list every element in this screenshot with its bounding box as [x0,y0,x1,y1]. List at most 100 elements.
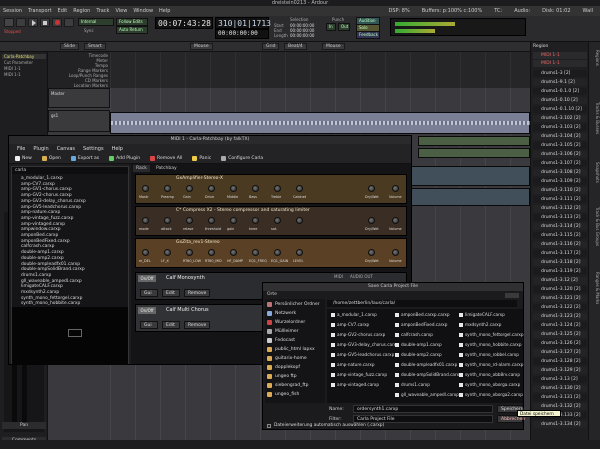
carla-toolbar-panic-button[interactable]: Panic [192,155,211,161]
carla-search-input[interactable]: carla [12,167,128,174]
region-item[interactable]: drums1-3.118 [2] [533,259,587,266]
parameter-knob[interactable] [230,185,237,192]
stop-button[interactable] [40,18,50,27]
parameter-knob[interactable] [392,217,399,224]
parameter-knob[interactable] [296,217,303,224]
edit-mode-select[interactable]: Slide [60,43,79,50]
region-item[interactable]: drums1-3.102 [2] [533,115,587,122]
region-item[interactable]: drums1-3.131 [2] [533,394,587,401]
place-item[interactable]: Müllleimer [267,328,299,335]
parameter-knob[interactable] [208,249,215,256]
filename-input[interactable]: ordersynth1.carxp [353,405,493,413]
parameter-knob[interactable] [296,249,303,256]
save-file-item[interactable]: limigateCALF.carxp [459,312,505,318]
place-item[interactable]: ungeo_fish [267,391,299,398]
carla-toolbar-new-button[interactable]: New [15,155,32,161]
place-item[interactable]: Persönlicher Ordner [267,301,320,308]
carla-file-item[interactable]: double-amp2.carxp [21,256,64,261]
save-file-item[interactable]: synth_mono_robbel.carxp [459,352,519,358]
tab-ranges-marks[interactable]: Ranges & Marks [590,272,600,304]
parameter-knob[interactable] [186,217,193,224]
play-button[interactable] [28,18,38,27]
loop-button[interactable] [4,18,14,27]
region-item-midi[interactable]: MIDI 1-1 [533,60,587,67]
menu-window[interactable]: Window [130,8,156,14]
save-file-item[interactable]: amp-GV2-chorus.carxp [331,332,385,338]
carla-menu-file[interactable]: File [17,146,25,152]
punch-in-button[interactable]: In [326,23,336,31]
record-button[interactable] [52,18,62,27]
remove-button[interactable]: Remove [184,289,210,297]
region-item[interactable]: drums1-3.110 [2] [533,187,587,194]
region-item[interactable]: drums1-3.105 [2] [533,142,587,149]
parameter-knob[interactable] [252,249,259,256]
carla-file-item[interactable]: ampwindow.carxp [21,227,61,232]
region-item[interactable]: drums1-9.1 [2] [533,79,587,86]
carla-file-item[interactable]: amponBed.carxp [21,233,58,238]
place-item[interactable]: Fedocast [267,337,295,344]
tab-tracks-busses[interactable]: Tracks & Busses [590,102,600,134]
ruler-strip[interactable] [110,52,530,88]
region-item[interactable]: drums1-3.123 [2] [533,313,587,320]
parameter-knob[interactable] [230,217,237,224]
region-item[interactable]: drums1-3 [2] [533,70,587,77]
parameter-knob[interactable] [392,185,399,192]
gui-button[interactable]: Gui [140,289,158,297]
region-item[interactable]: drums1-3.128 [2] [533,358,587,365]
parameter-knob[interactable] [164,249,171,256]
save-file-item[interactable]: amp-vintage_fuzz.carxp [331,372,387,378]
save-file-item[interactable]: synth_mono_oborga.carxp [459,382,520,388]
midi-region[interactable] [418,136,530,146]
path-bar[interactable]: /home/zettberlin/laus/carla/ [327,300,517,307]
region-item[interactable]: drums1-3.127 [2] [533,349,587,356]
carla-menu-canvas[interactable]: Canvas [57,146,75,152]
place-item[interactable]: Wurzelordner [267,319,305,326]
save-file-item[interactable]: double-ampleadfx01.carxp [395,362,457,368]
tab-regions[interactable]: Regions [590,50,600,66]
parameter-knob[interactable] [296,185,303,192]
track-header-master[interactable]: Master [48,88,110,108]
carla-file-item[interactable]: amponBedFixed.carxp [21,239,70,244]
carla-file-item[interactable]: amp-CV7.carxp [21,182,55,187]
region-item[interactable]: drums1-3.119 [2] [533,268,587,275]
filter-select[interactable]: Carla Project File [353,415,493,423]
save-file-item[interactable]: synth_mono_obb8rv.carxp [459,372,520,378]
save-file-item[interactable]: amp-GV3-delay_chorus.carxp [331,342,399,348]
parameter-knob[interactable] [208,217,215,224]
carla-toolbar-configure-carla-button[interactable]: Configure Carla [221,155,263,161]
strip-plugin-param[interactable]: Cut Parameter [2,60,46,65]
menu-transport[interactable]: Transport [25,8,54,14]
region-item[interactable]: drums1-3.13 [2] [533,376,587,383]
menu-track[interactable]: Track [93,8,112,14]
menu-session[interactable]: Session [0,8,25,14]
parameter-knob[interactable] [274,185,281,192]
carla-file-item[interactable]: amp-vintage_fuzz.carxp [21,216,73,221]
track-name-gs1[interactable]: gs1 [51,113,58,118]
carla-toolbar-add-plugin-button[interactable]: Add Plugin [109,155,140,161]
smart-mode-button[interactable]: Smart [84,43,106,50]
carla-canvas-preview[interactable] [12,307,128,365]
region-item[interactable]: drums1-3.116 [2] [533,241,587,248]
selection-length-value[interactable]: 00:00:00:00 [290,33,314,38]
region-item[interactable]: drums1-3.126 [2] [533,340,587,347]
region-item[interactable]: drums1-3.129 [2] [533,367,587,374]
carla-file-item[interactable]: a_modular_1.carxp [21,176,63,181]
carla-file-item[interactable]: mxdsynth2.carxp [21,290,59,295]
parameter-knob[interactable] [142,185,149,192]
carla-file-item[interactable]: gll_waveable_ampedl.carxp [21,279,82,284]
carla-file-item[interactable]: amp-GV3-delay_chorus.carxp [21,199,86,204]
region-item[interactable]: drums1-3.107 [2] [533,160,587,167]
save-file-item[interactable]: synth_mono_oborga2.carxp [459,392,523,398]
edit-point-select[interactable]: Mouse [190,43,213,50]
follow-edits-button[interactable]: Follow Edits [116,18,148,26]
pan-label[interactable]: Pan [2,422,46,429]
parameter-knob[interactable] [274,217,281,224]
region-item[interactable]: drums1-3.109 [2] [533,178,587,185]
parameter-knob[interactable] [368,249,375,256]
parameter-knob[interactable] [164,217,171,224]
track-name-master[interactable]: Master [51,91,65,96]
carla-menu-settings[interactable]: Settings [83,146,104,152]
save-file-item[interactable]: calfcrash.carxp [395,332,433,338]
new-folder-button[interactable] [505,293,519,298]
save-file-item[interactable]: gll_waveable_ampedl.carxp [395,392,459,398]
